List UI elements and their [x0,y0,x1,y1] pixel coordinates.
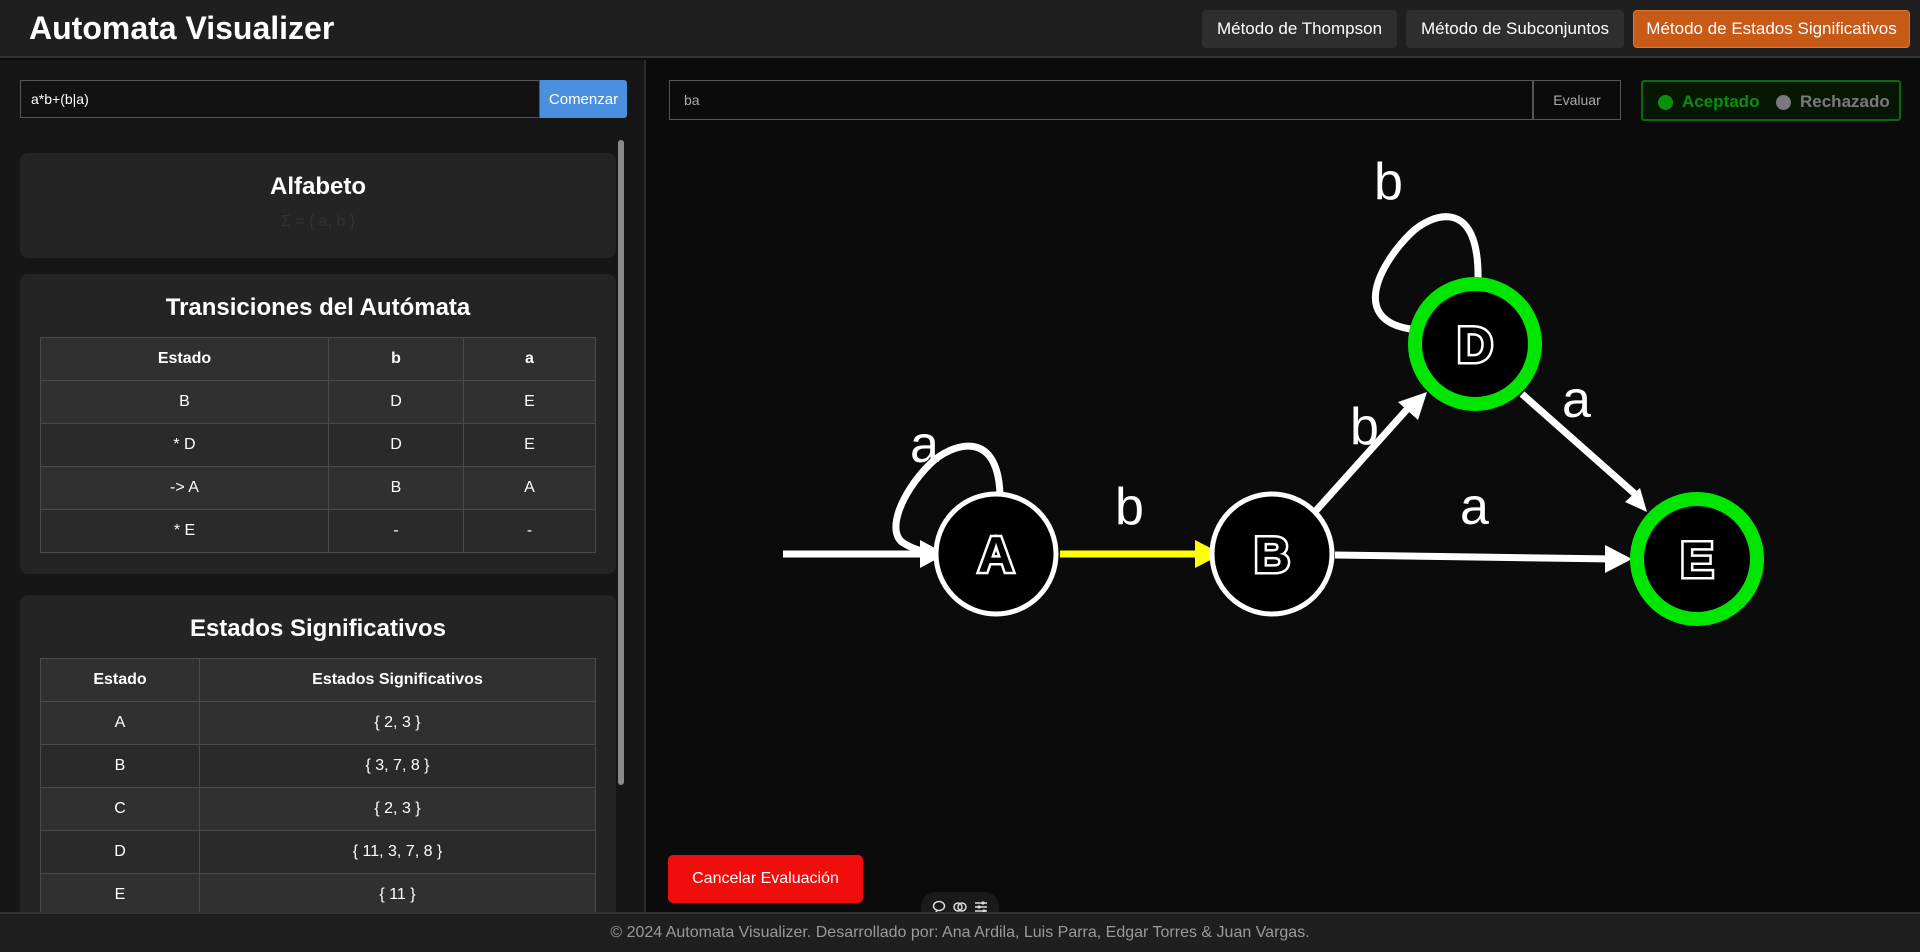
regex-input[interactable] [20,80,540,118]
column-header: Estados Significativos [199,658,596,702]
rejected-dot-icon [1776,94,1791,110]
column-header: Estado [40,337,329,381]
table-cell: * E [40,509,329,553]
table-row: A { 2, 3 } [40,701,596,745]
table-cell: E [463,380,596,424]
footer: © 2024 Automata Visualizer. Desarrollado… [0,912,1920,952]
table-cell: D [328,380,464,424]
evaluation-input[interactable]: ba [669,80,1533,120]
table-cell: B [40,744,200,788]
transitions-card: Transiciones del Autómata Estado b a B D… [20,274,616,574]
edge-B-E-label: a [1460,478,1489,536]
table-row: D { 11, 3, 7, 8 } [40,830,596,874]
table-row: C { 2, 3 } [40,787,596,831]
table-header-row: Estado b a [40,337,596,381]
table-cell: D [328,423,464,467]
alphabet-title: Alfabeto [270,173,366,200]
significant-states-title: Estados Significativos [189,615,447,642]
table-row: B D E [40,380,596,424]
left-panel: Comenzar Alfabeto Σ = { a, b } Transicio… [0,60,646,912]
table-cell: A [463,466,596,510]
table-cell: -> A [40,466,329,510]
nav-subconjuntos-button[interactable]: Método de Subconjuntos [1406,10,1624,48]
table-cell: A [40,701,200,745]
rejected-label: Rechazado [1800,92,1890,111]
nav-thompson-button[interactable]: Método de Thompson [1202,10,1397,48]
column-header: b [328,337,464,381]
evaluate-button[interactable]: Evaluar [1533,80,1621,120]
edge-B-E [1334,551,1616,563]
rejected-status: Rechazado [1776,92,1890,112]
table-header-row: Estado Estados Significativos [40,658,596,702]
table-cell: { 11, 3, 7, 8 } [199,830,596,874]
start-button[interactable]: Comenzar [540,80,627,118]
alphabet-card: Alfabeto Σ = { a, b } [20,153,616,258]
edge-D-E-label: a [1562,371,1591,429]
cancel-evaluation-button[interactable]: Cancelar Evaluación [668,855,863,903]
column-header: a [463,337,596,381]
state-B[interactable]: B [1209,491,1335,617]
table-cell: { 2, 3 } [199,787,596,831]
app-header: Automata Visualizer Método de Thompson M… [0,0,1920,58]
edge-B-E-arrowhead [1605,545,1632,573]
table-cell: { 3, 7, 8 } [199,744,596,788]
table-cell: - [328,509,464,553]
table-row: * E - - [40,509,596,553]
significant-states-card: Estados Significativos Estado Estados Si… [20,595,616,912]
table-cell: E [40,873,200,912]
results-scroll-area[interactable]: Alfabeto Σ = { a, b } Transiciones del A… [20,153,616,912]
transitions-table: Estado b a B D E * D D E -> A B A * E - … [40,337,596,553]
edge-A-A-label: a [910,416,939,474]
scrollbar-thumb[interactable] [618,140,624,785]
state-E[interactable]: E [1630,492,1764,626]
table-cell: B [328,466,464,510]
evaluation-status: Aceptado Rechazado [1641,80,1901,121]
table-cell: C [40,787,200,831]
table-row: -> A B A [40,466,596,510]
state-A-label: A [978,527,1014,583]
app-title: Automata Visualizer [29,10,335,46]
nav-estados-significativos-button[interactable]: Método de Estados Significativos [1633,10,1910,48]
column-header: Estado [40,658,200,702]
state-D-label: D [1457,317,1493,373]
state-A[interactable]: A [933,491,1059,617]
state-D[interactable]: D [1408,277,1542,411]
state-B-label: B [1254,527,1290,583]
table-cell: { 2, 3 } [199,701,596,745]
table-row: E { 11 } [40,873,596,912]
table-cell: B [40,380,329,424]
alphabet-text: Σ = { a, b } [280,213,356,230]
state-E-label: E [1680,532,1713,588]
automaton-graph: a b b b a a A B D E [783,153,1764,626]
scrollbar[interactable] [617,140,625,912]
table-row: B { 3, 7, 8 } [40,744,596,788]
edge-B-D-label: b [1350,398,1379,456]
accepted-status: Aceptado [1658,92,1759,112]
table-row: * D D E [40,423,596,467]
table-cell: { 11 } [199,873,596,912]
table-cell: D [40,830,200,874]
table-cell: - [463,509,596,553]
accepted-label: Aceptado [1682,92,1760,111]
footer-text: © 2024 Automata Visualizer. Desarrollado… [610,924,1310,941]
table-cell: * D [40,423,329,467]
table-cell: E [463,423,596,467]
accepted-dot-icon [1658,94,1673,110]
significant-states-table: Estado Estados Significativos A { 2, 3 }… [40,658,596,912]
transitions-title: Transiciones del Autómata [165,294,471,321]
edge-D-D-label: b [1374,153,1403,211]
edge-A-B-label: b [1115,478,1144,536]
